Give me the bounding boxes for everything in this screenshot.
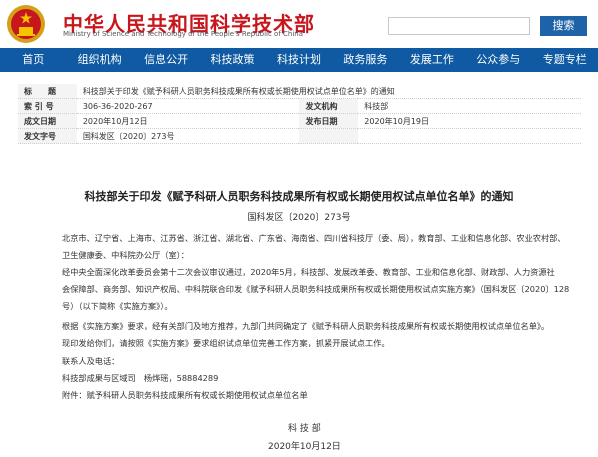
meta-value-empty <box>358 128 581 144</box>
meta-label-issuer: 发文机构 <box>299 98 359 114</box>
nav-item-home[interactable]: 首页 <box>0 48 66 72</box>
meta-value-doc-number: 国科发区〔2020〕273号 <box>76 128 300 144</box>
document-meta-table: 标 题 科技部关于印发《赋予科研人员职务科技成果所有权或长期使用权试点单位名单》… <box>18 84 581 144</box>
meta-label-empty <box>299 128 359 144</box>
meta-label-written-date: 成文日期 <box>18 113 77 129</box>
body-line: 联系人及电话： <box>62 356 120 366</box>
nav-item-public[interactable]: 公众参与 <box>465 48 531 72</box>
search-button[interactable]: 搜索 <box>540 16 587 36</box>
nav-item-programs[interactable]: 科技计划 <box>266 48 332 72</box>
nav-item-services[interactable]: 政务服务 <box>332 48 398 72</box>
meta-label-publish-date: 发布日期 <box>299 113 359 129</box>
nav-item-organization[interactable]: 组织机构 <box>66 48 132 72</box>
meta-label-title: 标 题 <box>18 84 77 99</box>
search-input[interactable] <box>388 17 530 35</box>
body-line: 科技部成果与区域司 杨烨瑶，58884289 <box>62 373 219 383</box>
meta-row-dates: 成文日期 2020年10月12日 发布日期 2020年10月19日 <box>18 113 581 129</box>
document-title: 科技部关于印发《赋予科研人员职务科技成果所有权或长期使用权试点单位名单》的通知 <box>84 190 514 203</box>
document-number: 国科发区〔2020〕273号 <box>247 213 351 223</box>
body-line: 北京市、辽宁省、上海市、江苏省、浙江省、湖北省、广东省、海南省、四川省科技厅（委… <box>62 233 566 243</box>
body-line: 经中央全面深化改革委员会第十二次会议审议通过，2020年5月，科技部、发展改革委… <box>62 267 555 277</box>
body-line: 现印发给你们，请按照《实施方案》要求组织试点单位完善工作方案，抓紧开展试点工作。 <box>62 338 390 348</box>
national-emblem-icon <box>7 5 45 43</box>
meta-value-written-date: 2020年10月12日 <box>76 113 300 129</box>
nav-item-development[interactable]: 发展工作 <box>399 48 465 72</box>
nav-item-topics[interactable]: 专题专栏 <box>532 48 598 72</box>
main-nav: 首页 组织机构 信息公开 科技政策 科技计划 政务服务 发展工作 公众参与 专题… <box>0 48 598 72</box>
meta-row-index: 索 引 号 306-36-2020-267 发文机构 科技部 <box>18 98 581 114</box>
body-line: 卫生健康委、中科院办公厅（室）： <box>62 250 189 260</box>
meta-value-publish-date: 2020年10月19日 <box>358 113 581 129</box>
body-line: 号）（以下简称《实施方案》）。 <box>62 301 173 311</box>
meta-row-title: 标 题 科技部关于印发《赋予科研人员职务科技成果所有权或长期使用权试点单位名单》… <box>18 84 581 99</box>
site-subtitle: Ministry of Science and Technology of th… <box>63 30 304 38</box>
meta-value-title: 科技部关于印发《赋予科研人员职务科技成果所有权或长期使用权试点单位名单》的通知 <box>76 84 581 99</box>
attachment-link[interactable]: 附件：赋予科研人员职务科技成果所有权或长期使用权试点单位名单 <box>62 389 308 401</box>
meta-value-index: 306-36-2020-267 <box>76 98 300 114</box>
meta-label-index: 索 引 号 <box>18 98 77 114</box>
body-line: 会保障部、商务部、知识产权局、中科院联合印发《赋予科研人员职务科技成果所有权或长… <box>62 284 570 294</box>
meta-row-doc-number: 发文字号 国科发区〔2020〕273号 <box>18 128 581 144</box>
meta-label-doc-number: 发文字号 <box>18 128 77 144</box>
site-header: 中华人民共和国科学技术部 Ministry of Science and Tec… <box>0 0 598 48</box>
nav-item-policy[interactable]: 科技政策 <box>199 48 265 72</box>
signature-date: 2020年10月12日 <box>268 442 341 452</box>
body-line: 根据《实施方案》要求，经有关部门及地方推荐，九部门共同确定了《赋予科研人员职务科… <box>62 321 550 331</box>
signature: 科 技 部 <box>288 424 321 434</box>
nav-item-info-disclosure[interactable]: 信息公开 <box>133 48 199 72</box>
meta-value-issuer: 科技部 <box>358 98 581 114</box>
